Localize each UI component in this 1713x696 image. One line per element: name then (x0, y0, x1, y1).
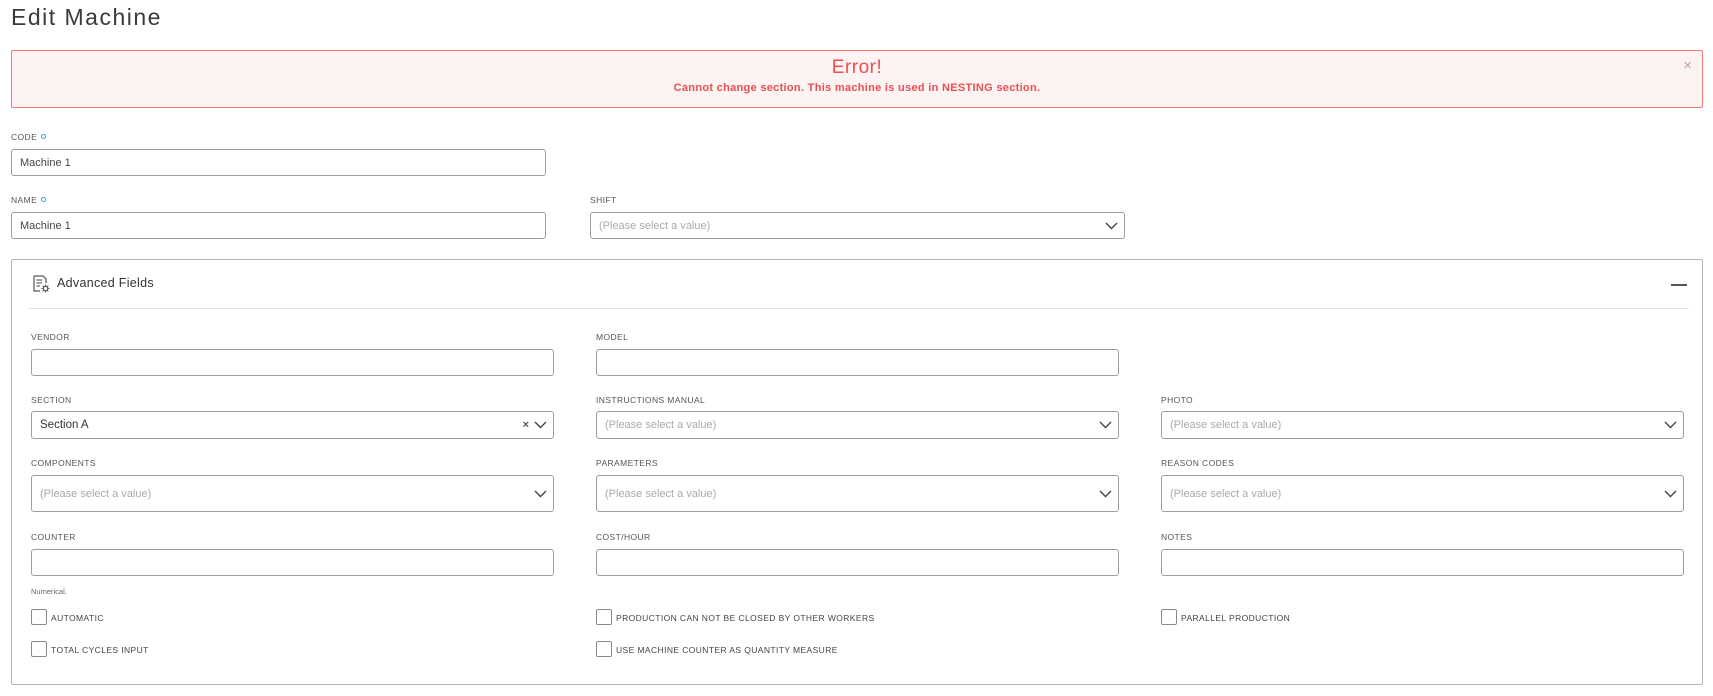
advanced-fields-title: Advanced Fields (57, 276, 154, 290)
clear-icon[interactable]: × (523, 419, 529, 431)
code-label: CODE (11, 132, 47, 142)
shift-placeholder: (Please select a value) (599, 219, 711, 232)
name-label: NAME (11, 195, 47, 205)
parameters-placeholder: (Please select a value) (605, 487, 717, 500)
cost-hour-input[interactable] (596, 549, 1119, 576)
components-label: COMPONENTS (31, 458, 96, 468)
shift-select[interactable]: (Please select a value) (590, 212, 1125, 239)
name-input[interactable]: Machine 1 (11, 212, 546, 239)
section-value: Section A (40, 419, 89, 431)
required-icon (41, 197, 47, 202)
instructions-manual-label: INSTRUCTIONS MANUAL (596, 395, 706, 405)
collapse-icon[interactable] (1671, 284, 1687, 286)
chevron-down-icon (534, 490, 547, 497)
reason-codes-placeholder: (Please select a value) (1170, 487, 1282, 500)
reason-codes-label: REASON CODES (1161, 458, 1235, 468)
document-settings-icon (33, 275, 50, 293)
production-closed-label: PRODUCTION CAN NOT BE CLOSED BY OTHER WO… (616, 613, 875, 623)
model-label: MODEL (596, 332, 629, 342)
vendor-label: VENDOR (31, 332, 70, 342)
cost-hour-label: COST/HOUR (596, 532, 651, 542)
notes-label: NOTES (1161, 532, 1193, 542)
alert-title: Error! (831, 57, 883, 78)
parallel-production-label: PARALLEL PRODUCTION (1181, 613, 1291, 623)
parameters-label: PARAMETERS (596, 458, 658, 468)
counter-label: COUNTER (31, 532, 76, 542)
parameters-select[interactable]: (Please select a value) (596, 475, 1119, 512)
page-title: Edit Machine (11, 4, 162, 30)
chevron-down-icon (1664, 490, 1677, 497)
error-alert: Error! Cannot change section. This machi… (11, 50, 1703, 108)
model-input[interactable] (596, 349, 1119, 376)
instructions-manual-placeholder: (Please select a value) (605, 419, 717, 431)
required-icon (41, 134, 47, 139)
total-cycles-checkbox[interactable] (31, 641, 47, 657)
chevron-down-icon (534, 421, 547, 429)
alert-message: Cannot change section. This machine is u… (673, 82, 1041, 94)
notes-input[interactable] (1161, 549, 1684, 576)
components-placeholder: (Please select a value) (40, 487, 152, 500)
reason-codes-select[interactable]: (Please select a value) (1161, 475, 1684, 512)
photo-label: PHOTO (1161, 395, 1194, 405)
automatic-checkbox[interactable] (31, 609, 47, 625)
photo-select[interactable]: (Please select a value) (1161, 411, 1684, 439)
code-input[interactable]: Machine 1 (11, 149, 546, 176)
section-select[interactable]: Section A × (31, 411, 554, 439)
vendor-input[interactable] (31, 349, 554, 376)
photo-placeholder: (Please select a value) (1170, 419, 1282, 431)
chevron-down-icon (1664, 421, 1677, 429)
automatic-label: AUTOMATIC (51, 613, 104, 623)
chevron-down-icon (1105, 222, 1118, 229)
close-icon[interactable]: × (1683, 58, 1692, 73)
instructions-manual-select[interactable]: (Please select a value) (596, 411, 1119, 439)
counter-hint: Numerical. (31, 587, 67, 596)
shift-label: SHIFT (590, 195, 617, 205)
parallel-production-checkbox[interactable] (1161, 609, 1177, 625)
chevron-down-icon (1099, 421, 1112, 429)
components-select[interactable]: (Please select a value) (31, 475, 554, 512)
total-cycles-label: TOTAL CYCLES INPUT (51, 645, 149, 655)
production-closed-checkbox[interactable] (596, 609, 612, 625)
advanced-fields-header[interactable]: Advanced Fields (29, 260, 1689, 309)
chevron-down-icon (1099, 490, 1112, 497)
use-counter-label: USE MACHINE COUNTER AS QUANTITY MEASURE (616, 645, 838, 655)
counter-input[interactable] (31, 549, 554, 576)
use-counter-checkbox[interactable] (596, 641, 612, 657)
section-label: SECTION (31, 395, 72, 405)
